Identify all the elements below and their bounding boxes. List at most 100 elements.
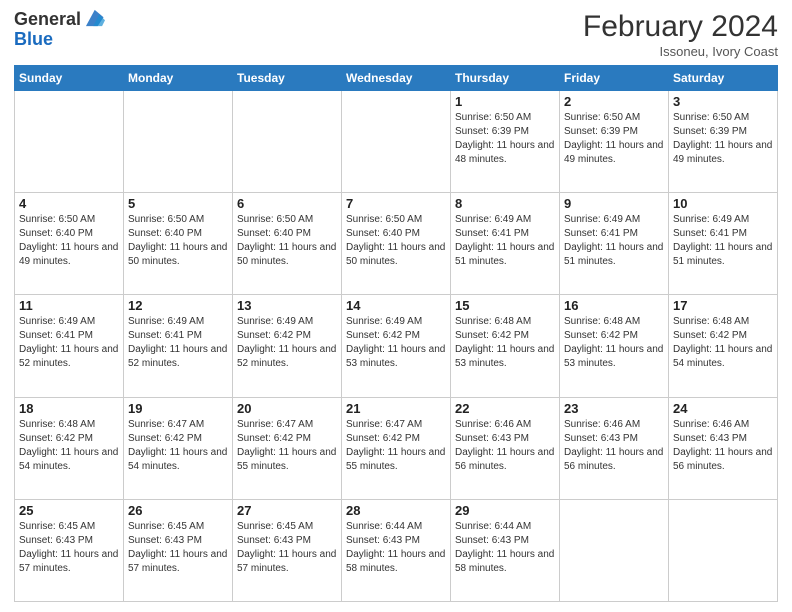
day-number: 18	[19, 401, 119, 416]
day-info: Sunrise: 6:50 AM Sunset: 6:40 PM Dayligh…	[346, 213, 446, 269]
day-number: 21	[346, 401, 446, 416]
day-info: Sunrise: 6:49 AM Sunset: 6:41 PM Dayligh…	[673, 213, 773, 269]
day-number: 11	[19, 298, 119, 313]
day-number: 8	[455, 196, 555, 211]
calendar-cell: 10 Sunrise: 6:49 AM Sunset: 6:41 PM Dayli…	[669, 193, 778, 295]
day-number: 20	[237, 401, 337, 416]
calendar-cell: 27 Sunrise: 6:45 AM Sunset: 6:43 PM Dayli…	[233, 499, 342, 601]
day-info: Sunrise: 6:50 AM Sunset: 6:39 PM Dayligh…	[673, 111, 773, 167]
day-number: 23	[564, 401, 664, 416]
calendar-cell	[669, 499, 778, 601]
day-number: 1	[455, 94, 555, 109]
calendar-cell: 19 Sunrise: 6:47 AM Sunset: 6:42 PM Dayli…	[124, 397, 233, 499]
logo: General Blue	[14, 10, 105, 50]
day-info: Sunrise: 6:49 AM Sunset: 6:41 PM Dayligh…	[455, 213, 555, 269]
calendar-cell: 26 Sunrise: 6:45 AM Sunset: 6:43 PM Dayli…	[124, 499, 233, 601]
calendar-cell: 25Sunrise: 6:45 AM Sunset: 6:43 PM Dayli…	[15, 499, 124, 601]
calendar-cell: 29 Sunrise: 6:44 AM Sunset: 6:43 PM Dayli…	[451, 499, 560, 601]
day-of-week-header: Saturday	[669, 66, 778, 91]
calendar-cell: 6 Sunrise: 6:50 AM Sunset: 6:40 PM Daylig…	[233, 193, 342, 295]
day-number: 26	[128, 503, 228, 518]
calendar-cell: 3 Sunrise: 6:50 AM Sunset: 6:39 PM Daylig…	[669, 91, 778, 193]
day-info: Sunrise: 6:49 AM Sunset: 6:42 PM Dayligh…	[237, 315, 337, 371]
day-info: Sunrise: 6:49 AM Sunset: 6:42 PM Dayligh…	[346, 315, 446, 371]
calendar-cell	[342, 91, 451, 193]
day-number: 29	[455, 503, 555, 518]
day-info: Sunrise: 6:48 AM Sunset: 6:42 PM Dayligh…	[19, 418, 119, 474]
day-of-week-header: Friday	[560, 66, 669, 91]
calendar-cell	[233, 91, 342, 193]
calendar-cell: 12Sunrise: 6:49 AM Sunset: 6:41 PM Dayli…	[124, 295, 233, 397]
day-number: 25	[19, 503, 119, 518]
day-info: Sunrise: 6:50 AM Sunset: 6:39 PM Dayligh…	[564, 111, 664, 167]
day-info: Sunrise: 6:48 AM Sunset: 6:42 PM Dayligh…	[455, 315, 555, 371]
day-number: 13	[237, 298, 337, 313]
calendar-cell	[124, 91, 233, 193]
day-info: Sunrise: 6:50 AM Sunset: 6:39 PM Dayligh…	[455, 111, 555, 167]
month-year: February 2024	[583, 10, 778, 44]
day-info: Sunrise: 6:46 AM Sunset: 6:43 PM Dayligh…	[564, 418, 664, 474]
logo-icon	[83, 7, 105, 29]
day-info: Sunrise: 6:45 AM Sunset: 6:43 PM Dayligh…	[128, 520, 228, 576]
calendar-cell: 18 Sunrise: 6:48 AM Sunset: 6:42 PM Dayli…	[15, 397, 124, 499]
day-number: 2	[564, 94, 664, 109]
calendar-cell: 8 Sunrise: 6:49 AM Sunset: 6:41 PM Daylig…	[451, 193, 560, 295]
calendar-cell: 24Sunrise: 6:46 AM Sunset: 6:43 PM Dayli…	[669, 397, 778, 499]
day-info: Sunrise: 6:48 AM Sunset: 6:42 PM Dayligh…	[673, 315, 773, 371]
day-info: Sunrise: 6:44 AM Sunset: 6:43 PM Dayligh…	[346, 520, 446, 576]
calendar-cell: 17 Sunrise: 6:48 AM Sunset: 6:42 PM Dayli…	[669, 295, 778, 397]
calendar-cell	[560, 499, 669, 601]
calendar-cell: 5Sunrise: 6:50 AM Sunset: 6:40 PM Daylig…	[124, 193, 233, 295]
day-info: Sunrise: 6:49 AM Sunset: 6:41 PM Dayligh…	[564, 213, 664, 269]
day-number: 4	[19, 196, 119, 211]
day-number: 28	[346, 503, 446, 518]
day-info: Sunrise: 6:45 AM Sunset: 6:43 PM Dayligh…	[237, 520, 337, 576]
day-number: 6	[237, 196, 337, 211]
calendar-table: SundayMondayTuesdayWednesdayThursdayFrid…	[14, 65, 778, 602]
calendar-cell: 16Sunrise: 6:48 AM Sunset: 6:42 PM Dayli…	[560, 295, 669, 397]
day-number: 3	[673, 94, 773, 109]
calendar-week-row: 4 Sunrise: 6:50 AM Sunset: 6:40 PM Daylig…	[15, 193, 778, 295]
calendar-cell: 2 Sunrise: 6:50 AM Sunset: 6:39 PM Daylig…	[560, 91, 669, 193]
day-info: Sunrise: 6:50 AM Sunset: 6:40 PM Dayligh…	[19, 213, 119, 269]
calendar-cell	[15, 91, 124, 193]
day-of-week-header: Monday	[124, 66, 233, 91]
calendar-cell: 21 Sunrise: 6:47 AM Sunset: 6:42 PM Dayli…	[342, 397, 451, 499]
day-info: Sunrise: 6:50 AM Sunset: 6:40 PM Dayligh…	[128, 213, 228, 269]
page: General Blue February 2024 Issoneu, Ivor…	[0, 0, 792, 612]
day-info: Sunrise: 6:47 AM Sunset: 6:42 PM Dayligh…	[128, 418, 228, 474]
day-info: Sunrise: 6:49 AM Sunset: 6:41 PM Dayligh…	[19, 315, 119, 371]
calendar-cell: 28 Sunrise: 6:44 AM Sunset: 6:43 PM Dayli…	[342, 499, 451, 601]
day-number: 24	[673, 401, 773, 416]
calendar-cell: 20 Sunrise: 6:47 AM Sunset: 6:42 PM Dayli…	[233, 397, 342, 499]
logo-general-text: General	[14, 10, 81, 30]
calendar-cell: 9 Sunrise: 6:49 AM Sunset: 6:41 PM Daylig…	[560, 193, 669, 295]
day-number: 15	[455, 298, 555, 313]
calendar-cell: 22Sunrise: 6:46 AM Sunset: 6:43 PM Dayli…	[451, 397, 560, 499]
day-number: 9	[564, 196, 664, 211]
calendar-cell: 1 Sunrise: 6:50 AM Sunset: 6:39 PM Daylig…	[451, 91, 560, 193]
day-of-week-header: Sunday	[15, 66, 124, 91]
calendar-week-row: 1 Sunrise: 6:50 AM Sunset: 6:39 PM Daylig…	[15, 91, 778, 193]
day-number: 19	[128, 401, 228, 416]
calendar-cell: 4 Sunrise: 6:50 AM Sunset: 6:40 PM Daylig…	[15, 193, 124, 295]
day-number: 10	[673, 196, 773, 211]
day-number: 7	[346, 196, 446, 211]
day-info: Sunrise: 6:46 AM Sunset: 6:43 PM Dayligh…	[455, 418, 555, 474]
day-info: Sunrise: 6:49 AM Sunset: 6:41 PM Dayligh…	[128, 315, 228, 371]
calendar-cell: 23 Sunrise: 6:46 AM Sunset: 6:43 PM Dayli…	[560, 397, 669, 499]
title-block: February 2024 Issoneu, Ivory Coast	[583, 10, 778, 59]
day-info: Sunrise: 6:47 AM Sunset: 6:42 PM Dayligh…	[237, 418, 337, 474]
day-info: Sunrise: 6:44 AM Sunset: 6:43 PM Dayligh…	[455, 520, 555, 576]
day-number: 17	[673, 298, 773, 313]
day-info: Sunrise: 6:50 AM Sunset: 6:40 PM Dayligh…	[237, 213, 337, 269]
calendar-cell: 13 Sunrise: 6:49 AM Sunset: 6:42 PM Dayli…	[233, 295, 342, 397]
calendar-cell: 14Sunrise: 6:49 AM Sunset: 6:42 PM Dayli…	[342, 295, 451, 397]
calendar-week-row: 11 Sunrise: 6:49 AM Sunset: 6:41 PM Dayli…	[15, 295, 778, 397]
calendar-cell: 15 Sunrise: 6:48 AM Sunset: 6:42 PM Dayli…	[451, 295, 560, 397]
day-number: 27	[237, 503, 337, 518]
calendar-week-row: 25 Sunrise: 6:45 AM Sunset: 6:43 PM Dayli…	[15, 499, 778, 601]
calendar-cell: 7 Sunrise: 6:50 AM Sunset: 6:40 PM Daylig…	[342, 193, 451, 295]
logo-blue-text: Blue	[14, 30, 105, 50]
day-info: Sunrise: 6:47 AM Sunset: 6:42 PM Dayligh…	[346, 418, 446, 474]
